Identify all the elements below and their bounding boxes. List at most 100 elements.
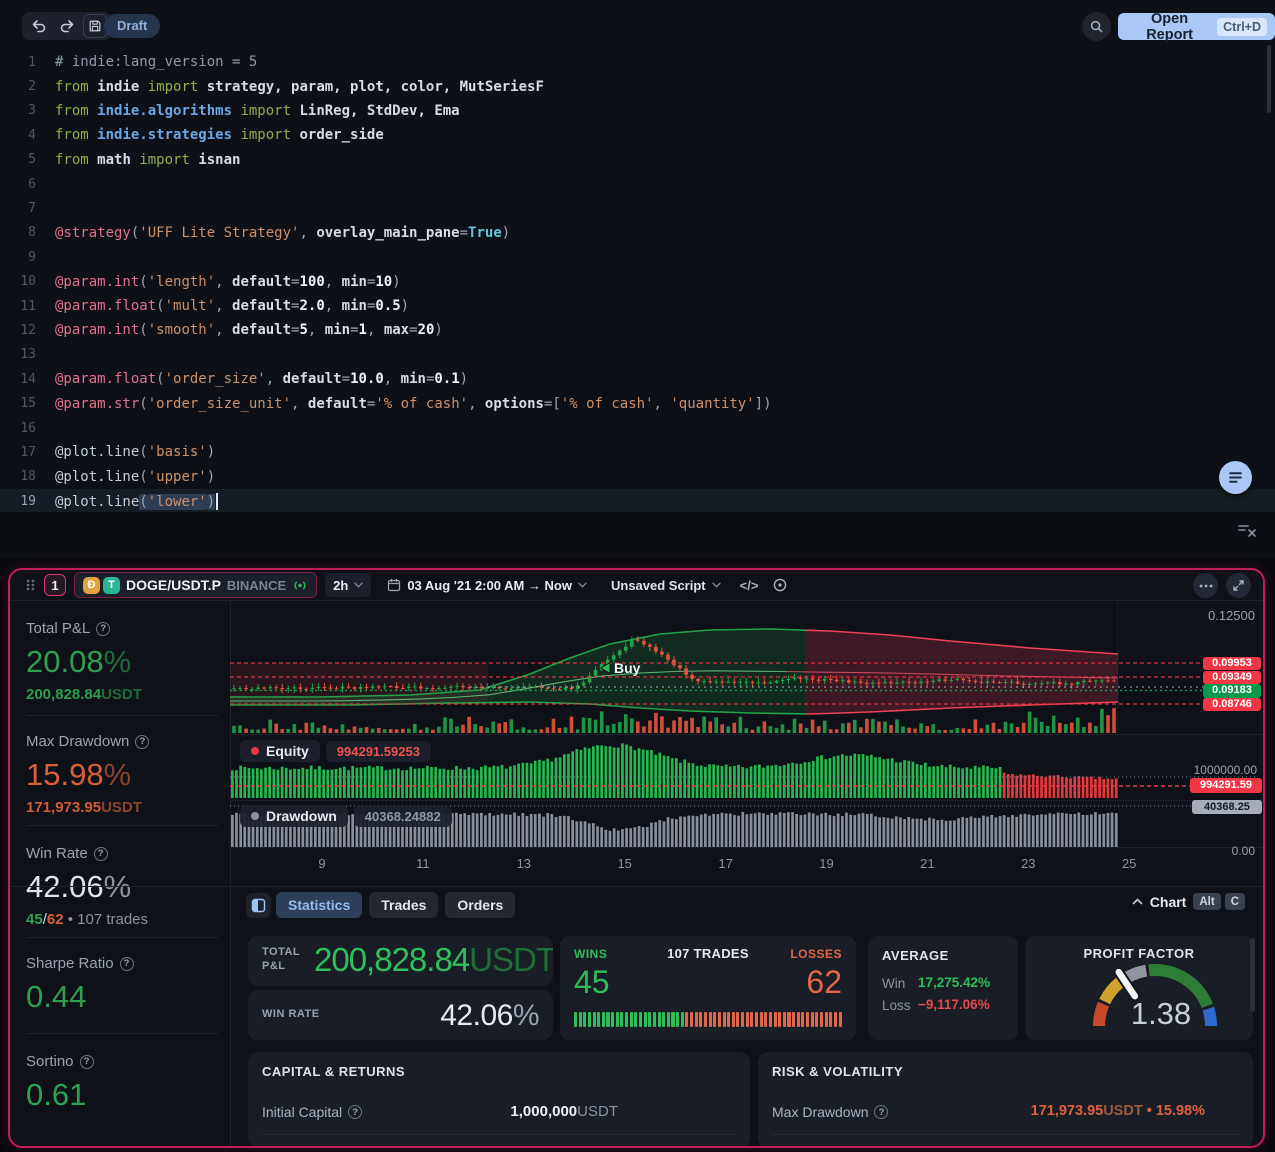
average-loss-value: −9,117.06% — [918, 997, 990, 1012]
script-selector[interactable]: Unsaved Script — [603, 573, 729, 597]
drag-handle-icon[interactable] — [24, 578, 36, 592]
win-rate-label: WIN RATE — [262, 1008, 320, 1020]
wins-losses-card: WINS 107 TRADES LOSSES 45 62 — [560, 936, 856, 1040]
stats-scrollbar[interactable] — [1250, 938, 1255, 1012]
drawdown-pane[interactable]: 40368.25 Drawdown 40368.24882 — [230, 801, 1263, 847]
line-number: 12 — [0, 323, 36, 338]
locate-button[interactable] — [769, 577, 791, 593]
average-loss-label: Loss — [882, 998, 911, 1013]
line-number: 16 — [0, 421, 36, 436]
script-name-label: Unsaved Script — [611, 578, 706, 593]
code-line: 15@param.str('order_size_unit', default=… — [0, 391, 1275, 415]
expand-icon — [1232, 579, 1245, 592]
undo-icon — [31, 18, 47, 34]
chevron-down-icon — [354, 582, 363, 588]
report-tabs: Statistics Trades Orders — [276, 892, 515, 918]
code-line: 3from indie.algorithms import LinReg, St… — [0, 99, 1275, 123]
script-console-button[interactable] — [1219, 461, 1252, 494]
stat-value: 0.44 — [26, 979, 220, 1015]
code-line: 12@param.int('smooth', default=5, min=1,… — [0, 318, 1275, 342]
equity-pane[interactable]: 1000000.00994291.59Equity994291.59253 — [230, 735, 1263, 798]
average-label: AVERAGE — [882, 948, 949, 963]
stat-max-drawdown: Max Drawdown?15.98%171,973.95USDT — [26, 733, 220, 816]
undo-button[interactable] — [27, 14, 51, 38]
line-number: 6 — [0, 177, 36, 192]
tab-orders[interactable]: Orders — [445, 892, 515, 918]
stat-sharpe-ratio: Sharpe Ratio?0.44 — [26, 955, 220, 1015]
redo-button[interactable] — [55, 14, 79, 38]
report-lines-icon — [1227, 469, 1244, 486]
drawdown-value-badge: 40368.24882 — [354, 806, 452, 827]
backtest-panel: 1 Ð T DOGE/USDT.P BINANCE 2h 03 Aug '21 … — [8, 568, 1265, 1148]
search-button[interactable] — [1082, 12, 1111, 41]
time-tick-label: 13 — [517, 856, 531, 871]
code-line: 5from math import isnan — [0, 148, 1275, 172]
date-range-selector[interactable]: 03 Aug '21 2:00 AM → Now — [379, 573, 595, 597]
time-tick-label: 25 — [1122, 856, 1136, 871]
line-number: 14 — [0, 372, 36, 387]
chart-area[interactable]: Buy0.125000.099530.093490.091830.08746 1… — [230, 600, 1263, 888]
help-icon[interactable]: ? — [96, 622, 110, 636]
divider — [26, 937, 218, 938]
keycap-alt: Alt — [1193, 893, 1220, 910]
timeframe-selector[interactable]: 2h — [325, 573, 371, 597]
price-axis-top-label: 0.12500 — [1208, 608, 1255, 623]
losses-value: 62 — [806, 964, 842, 1001]
price-chart-svg: Buy — [230, 600, 1263, 733]
total-pnl-card: TOTALP&L 200,828.84USDT — [248, 936, 553, 986]
help-icon[interactable]: ? — [94, 847, 108, 861]
editor-scrollbar[interactable] — [1267, 45, 1271, 113]
equity-current-badge: 994291.59 — [1190, 778, 1262, 793]
tether-coin-icon: T — [103, 577, 120, 594]
history-group — [22, 12, 112, 40]
help-icon[interactable]: ? — [80, 1055, 94, 1069]
help-icon[interactable]: ? — [135, 735, 149, 749]
help-icon[interactable]: ? — [874, 1105, 888, 1119]
stat-value: 20.08% — [26, 644, 220, 680]
price-level-badge: 0.09349 — [1203, 671, 1261, 685]
date-range-label: 03 Aug '21 2:00 AM → Now — [407, 578, 572, 593]
code-area[interactable]: 1# indie:lang_version = 52from indie imp… — [0, 50, 1275, 513]
line-number: 3 — [0, 103, 36, 118]
chart-collapse-button[interactable]: Chart AltC — [1132, 893, 1245, 910]
help-icon[interactable]: ? — [120, 957, 134, 971]
more-options-button[interactable] — [1193, 573, 1218, 598]
stat-total-p-l: Total P&L?20.08%200,828.84USDT — [26, 620, 220, 703]
open-report-button[interactable]: Open Report Ctrl+D — [1118, 13, 1275, 40]
symbol-selector[interactable]: Ð T DOGE/USDT.P BINANCE — [74, 572, 317, 598]
collapse-console-button[interactable] — [1236, 521, 1258, 541]
time-axis[interactable]: 911131517192123250.00 — [230, 848, 1263, 878]
tab-trades[interactable]: Trades — [369, 892, 438, 918]
code-editor-panel: Draft Open Report Ctrl+D 1# indie:lang_v… — [0, 0, 1275, 558]
drawdown-current-badge: 40368.25 — [1192, 800, 1262, 814]
initial-capital-value: 1,000,000USDT — [488, 1103, 618, 1120]
price-level-badge: 0.09953 — [1203, 657, 1261, 671]
code-line: 16 — [0, 416, 1275, 440]
buy-marker-label: Buy — [614, 660, 641, 676]
stat-label: Total P&L — [26, 620, 90, 637]
equity-legend[interactable]: Equity — [240, 740, 320, 762]
source-code-button[interactable]: </> — [737, 578, 762, 593]
equity-baseline-label: 1000000.00 — [1194, 763, 1257, 777]
line-number: 5 — [0, 152, 36, 167]
capital-returns-card: CAPITAL & RETURNS Initial Capital? 1,000… — [248, 1052, 750, 1148]
tab-statistics[interactable]: Statistics — [276, 892, 362, 918]
toggle-sidebar-button[interactable] — [246, 893, 271, 918]
price-pane[interactable]: Buy0.125000.099530.093490.091830.08746 — [230, 600, 1263, 733]
line-number: 10 — [0, 274, 36, 289]
line-number: 2 — [0, 79, 36, 94]
divider — [10, 886, 1263, 887]
target-icon — [772, 577, 788, 593]
divider — [26, 715, 218, 716]
line-number: 9 — [0, 250, 36, 265]
pane-number-badge[interactable]: 1 — [44, 574, 66, 596]
line-number: 1 — [0, 55, 36, 70]
line-number: 11 — [0, 299, 36, 314]
code-line: 10@param.int('length', default=100, min=… — [0, 270, 1275, 294]
line-number: 7 — [0, 201, 36, 216]
fullscreen-button[interactable] — [1226, 573, 1251, 598]
keycap-c: C — [1225, 893, 1245, 910]
drawdown-legend[interactable]: Drawdown — [240, 805, 348, 827]
win-rate-card: WIN RATE 42.06% — [248, 990, 553, 1040]
help-icon[interactable]: ? — [348, 1105, 362, 1119]
